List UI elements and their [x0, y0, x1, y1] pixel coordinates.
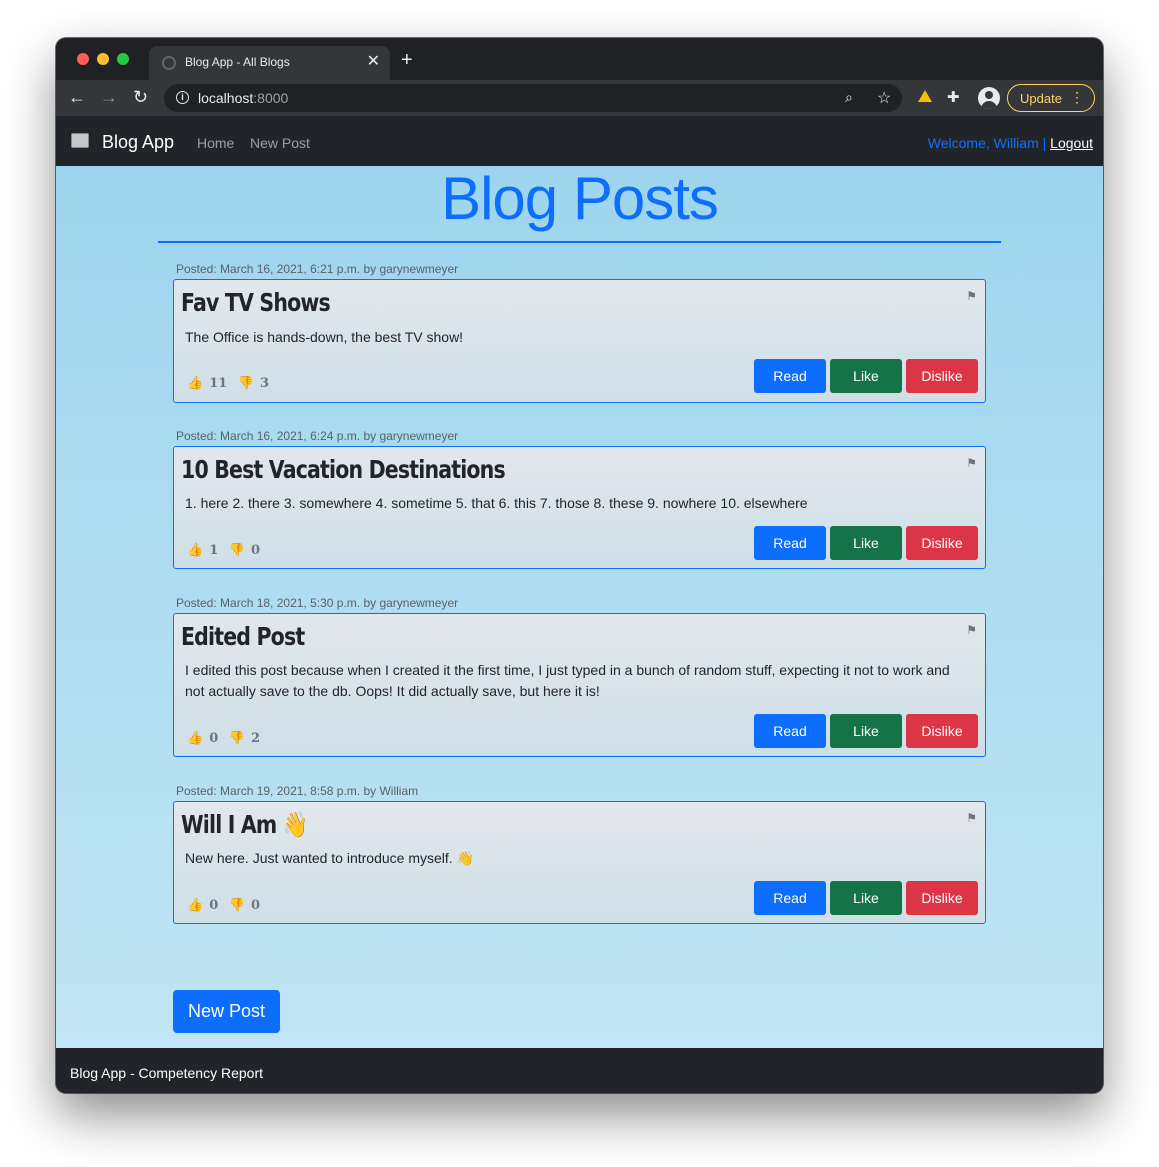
dislike-button[interactable]: Dislike: [906, 359, 978, 393]
new-tab-icon[interactable]: +: [401, 50, 413, 70]
like-button[interactable]: Like: [830, 714, 902, 748]
like-button[interactable]: Like: [830, 526, 902, 560]
maximize-window-button[interactable]: [117, 53, 129, 65]
tab-title: Blog App - All Blogs: [185, 55, 290, 69]
post-body: New here. Just wanted to introduce mysel…: [185, 850, 475, 866]
post-title: 10 Best Vacation Destinations: [181, 455, 506, 484]
info-icon[interactable]: i: [176, 91, 189, 104]
dislike-button[interactable]: Dislike: [906, 526, 978, 560]
like-count: 0: [209, 898, 219, 913]
globe-icon: [162, 56, 176, 70]
new-post-button[interactable]: New Post: [173, 990, 280, 1033]
nav-home-link[interactable]: Home: [197, 135, 234, 151]
logout-link[interactable]: Logout: [1050, 135, 1093, 151]
post-title: Fav TV Shows: [181, 288, 331, 317]
menu-dots-icon[interactable]: ⋮: [1070, 89, 1084, 106]
like-count: 11: [209, 376, 228, 391]
site-navbar: Blog App Home New Post Welcome, William …: [56, 116, 1103, 166]
post-meta: Posted: March 18, 2021, 5:30 p.m. by gar…: [176, 596, 459, 610]
read-button[interactable]: Read: [754, 714, 826, 748]
thumbs-up-icon: 👍: [187, 543, 204, 558]
like-button[interactable]: Like: [830, 359, 902, 393]
post-meta: Posted: March 16, 2021, 6:21 p.m. by gar…: [176, 262, 459, 276]
site-footer: Blog App - Competency Report: [56, 1048, 1103, 1093]
update-label: Update: [1020, 91, 1062, 106]
dislike-count: 2: [250, 731, 260, 746]
like-button[interactable]: Like: [830, 881, 902, 915]
footer-text: Blog App - Competency Report: [70, 1065, 263, 1081]
vote-counts: 👍 11 👎 3: [187, 376, 275, 391]
thumbs-up-icon: 👍: [187, 898, 204, 913]
post-card: Edited Post ⚑ I edited this post because…: [173, 613, 986, 757]
vote-counts: 👍 0 👎 2: [187, 731, 266, 746]
post-title: Edited Post: [181, 622, 305, 651]
dislike-button[interactable]: Dislike: [906, 714, 978, 748]
tab-strip: Blog App - All Blogs ✕ +: [56, 38, 1103, 80]
browser-tab[interactable]: Blog App - All Blogs ✕: [149, 46, 390, 80]
thumbs-down-icon: 👎: [228, 543, 245, 558]
read-button[interactable]: Read: [754, 359, 826, 393]
flag-icon[interactable]: ⚑: [966, 811, 977, 825]
dislike-count: 0: [250, 898, 260, 913]
thumbs-up-icon: 👍: [187, 376, 204, 391]
address-host: localhost: [198, 90, 254, 106]
like-count: 1: [209, 543, 219, 558]
vote-counts: 👍 1 👎 0: [187, 543, 266, 558]
drive-icon[interactable]: [918, 90, 932, 102]
post-body: I edited this post because when I create…: [185, 662, 950, 699]
nav-new-post-link[interactable]: New Post: [250, 135, 310, 151]
address-port: :8000: [253, 90, 289, 106]
vote-counts: 👍 0 👎 0: [187, 898, 266, 913]
browser-window: Blog App - All Blogs ✕ + ← → ↻ i localho…: [56, 38, 1103, 1093]
laptop-icon: [71, 133, 89, 148]
read-button[interactable]: Read: [754, 526, 826, 560]
like-count: 0: [209, 731, 219, 746]
zoom-icon[interactable]: ⌕: [845, 89, 853, 106]
post-meta: Posted: March 19, 2021, 8:58 p.m. by Wil…: [176, 784, 419, 798]
welcome-area: Welcome, William | Logout: [928, 135, 1093, 151]
profile-icon[interactable]: [978, 87, 1000, 109]
puzzle-icon[interactable]: ✚: [947, 88, 960, 106]
forward-arrow-icon[interactable]: →: [100, 86, 118, 108]
post-meta: Posted: March 16, 2021, 6:24 p.m. by gar…: [176, 429, 459, 443]
star-icon[interactable]: ☆: [877, 88, 891, 108]
close-window-button[interactable]: [77, 53, 89, 65]
flag-icon[interactable]: ⚑: [966, 289, 977, 303]
address-bar[interactable]: i localhost:8000 ⌕ ☆: [164, 84, 902, 112]
update-button[interactable]: Update ⋮: [1007, 84, 1095, 112]
main-content: Blog Posts Posted: March 16, 2021, 6:21 …: [56, 166, 1103, 1048]
post-card: Will I Am 👋 ⚑ New here. Just wanted to i…: [173, 801, 986, 924]
dislike-count: 0: [250, 543, 260, 558]
minimize-window-button[interactable]: [97, 53, 109, 65]
back-arrow-icon[interactable]: ←: [68, 86, 86, 108]
page-title: Blog Posts: [158, 166, 1001, 243]
flag-icon[interactable]: ⚑: [966, 623, 977, 637]
browser-toolbar: ← → ↻ i localhost:8000 ⌕ ☆ ✚ Update ⋮: [56, 80, 1103, 116]
address-text: localhost:8000: [198, 90, 288, 106]
dislike-button[interactable]: Dislike: [906, 881, 978, 915]
reload-icon[interactable]: ↻: [133, 86, 148, 108]
dislike-count: 3: [260, 376, 270, 391]
post-body: 1. here 2. there 3. somewhere 4. sometim…: [185, 495, 808, 511]
brand-link[interactable]: Blog App: [102, 132, 174, 153]
post-card: Fav TV Shows ⚑ The Office is hands-down,…: [173, 279, 986, 403]
post-title: Will I Am 👋: [181, 810, 308, 839]
flag-icon[interactable]: ⚑: [966, 456, 977, 470]
close-tab-icon[interactable]: ✕: [367, 52, 380, 72]
welcome-text: Welcome, William |: [927, 135, 1047, 151]
thumbs-down-icon: 👎: [228, 731, 245, 746]
thumbs-up-icon: 👍: [187, 731, 204, 746]
post-card: 10 Best Vacation Destinations ⚑ 1. here …: [173, 446, 986, 569]
post-body: The Office is hands-down, the best TV sh…: [185, 329, 464, 345]
read-button[interactable]: Read: [754, 881, 826, 915]
thumbs-down-icon: 👎: [228, 898, 245, 913]
thumbs-down-icon: 👎: [237, 376, 254, 391]
